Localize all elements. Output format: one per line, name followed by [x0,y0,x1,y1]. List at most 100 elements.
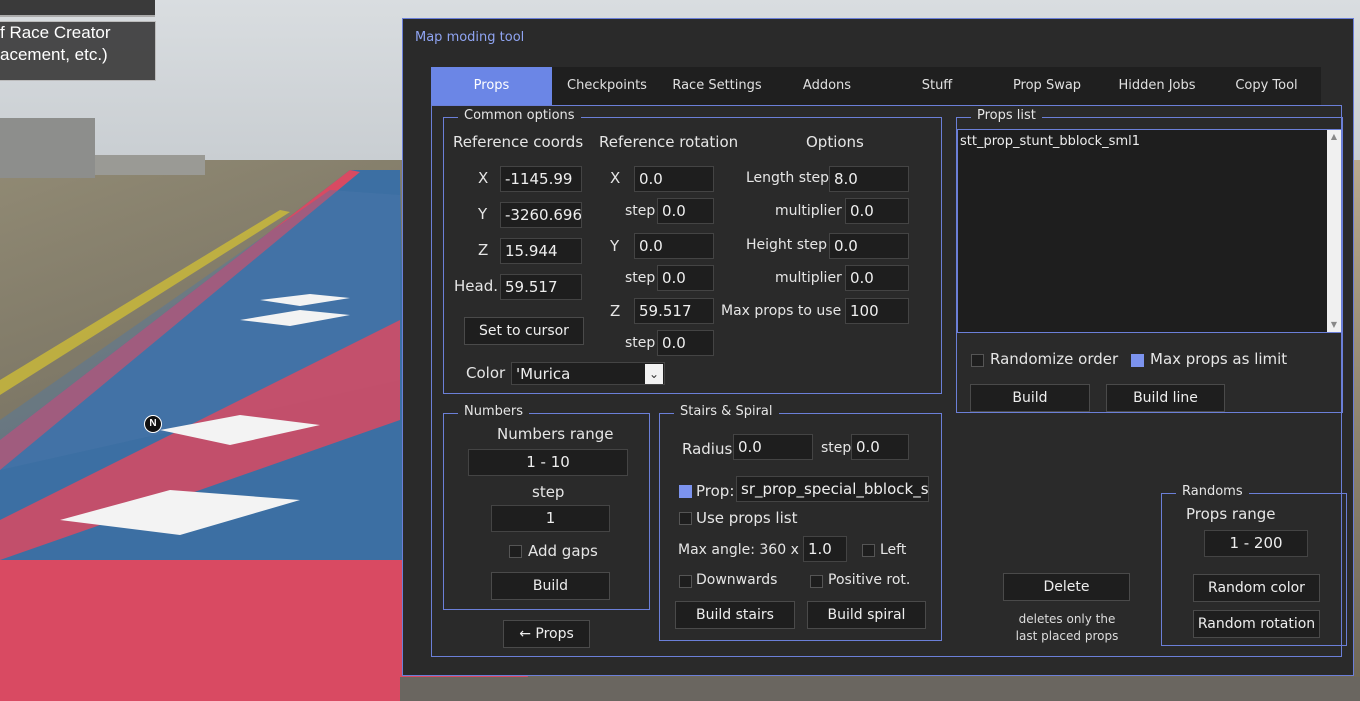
max-props-limit-checkbox[interactable] [1131,354,1144,367]
color-select[interactable]: 'Murica ⌄ [511,362,665,385]
max-props-limit-label: Max props as limit [1150,350,1288,368]
tab-checkpoints[interactable]: Checkpoints [552,67,662,105]
randoms-group: Randoms Props range 1 - 200 Random color… [1161,484,1347,646]
rot-y-step-label: step [625,270,656,286]
max-angle-label: Max angle: 360 x [678,542,799,558]
left-label: Left [880,542,907,558]
scroll-up-icon[interactable]: ▲ [1327,130,1341,144]
props-range-label: Props range [1186,505,1276,523]
delete-note-line-1: deletes only the [1018,612,1116,626]
build-button[interactable]: Build [970,384,1090,412]
left-checkbox[interactable] [862,544,875,557]
random-color-button[interactable]: Random color [1193,574,1320,602]
delete-note: deletes only the last placed props [1004,611,1130,645]
positive-rot-label: Positive rot. [828,572,911,588]
numbers-step-input[interactable]: 1 [491,505,610,532]
max-angle-input[interactable]: 1.0 [803,536,847,562]
props-range-input[interactable]: 1 - 200 [1204,530,1308,557]
rot-z-label: Z [610,302,621,320]
props-tab-content: Common options Reference coords Referenc… [431,105,1347,657]
rot-z-input[interactable]: 59.517 [634,298,714,324]
randoms-title: Randoms [1176,484,1249,499]
map-moding-tool-window: Map moding tool Props Checkpoints Race S… [402,18,1354,676]
heading-input[interactable]: 59.517 [500,274,582,300]
north-blip-icon: N [144,415,162,433]
chevron-down-icon[interactable]: ⌄ [645,364,663,384]
listbox-scrollbar[interactable]: ▲ ▼ [1327,130,1341,332]
delete-button[interactable]: Delete [1003,573,1130,601]
reference-coords-label: Reference coords [453,133,584,151]
use-props-list-checkbox[interactable] [679,512,692,525]
hud-bar [0,0,155,17]
randomize-order-label: Randomize order [990,350,1119,368]
length-step-label: Length step [746,170,830,186]
add-gaps-checkbox[interactable] [509,545,522,558]
list-item[interactable]: stt_prop_stunt_bblock_sml1 [960,134,1140,149]
numbers-range-input[interactable]: 1 - 10 [468,449,628,476]
coord-y-label: Y [478,205,488,223]
build-stairs-button[interactable]: Build stairs [675,601,795,629]
rot-x-label: X [610,169,621,187]
height-step-input[interactable]: 0.0 [829,233,909,259]
rot-x-input[interactable]: 0.0 [634,166,714,192]
numbers-range-label: Numbers range [497,425,614,443]
tab-prop-swap[interactable]: Prop Swap [992,67,1102,105]
tab-race-settings[interactable]: Race Settings [662,67,772,105]
stairs-step-label: step [821,440,852,456]
window-title: Map moding tool [415,30,525,45]
random-rotation-button[interactable]: Random rotation [1193,610,1320,638]
common-options-group: Common options Reference coords Referenc… [443,108,942,394]
rot-x-step-input[interactable]: 0.0 [657,198,714,224]
props-list-group: Props list stt_prop_stunt_bblock_sml1 ▲ … [956,108,1343,413]
rot-y-step-input[interactable]: 0.0 [657,265,714,291]
coord-y-input[interactable]: -3260.696 [500,202,582,228]
length-multiplier-input[interactable]: 0.0 [845,198,909,224]
tab-stuff[interactable]: Stuff [882,67,992,105]
coord-x-input[interactable]: -1145.99 [500,166,582,192]
height-multiplier-input[interactable]: 0.0 [845,265,909,291]
tab-props[interactable]: Props [431,67,552,105]
tab-hidden-jobs[interactable]: Hidden Jobs [1102,67,1212,105]
back-to-props-button[interactable]: ← Props [503,620,590,648]
rot-z-step-label: step [625,335,656,351]
rot-y-input[interactable]: 0.0 [634,233,714,259]
coord-x-label: X [478,169,489,187]
prop-input[interactable]: sr_prop_special_bblock_sr [736,476,929,502]
build-line-button[interactable]: Build line [1106,384,1225,412]
tooltip-line-2: acement, etc.) [0,45,108,64]
rot-y-label: Y [610,237,620,255]
props-list-title: Props list [971,108,1042,123]
prop-checkbox[interactable] [679,485,692,498]
numbers-build-button[interactable]: Build [491,572,610,600]
downwards-checkbox[interactable] [679,575,692,588]
props-listbox[interactable]: stt_prop_stunt_bblock_sml1 ▲ ▼ [957,129,1342,333]
numbers-title: Numbers [458,404,529,419]
delete-note-line-2: last placed props [1015,629,1119,643]
length-step-input[interactable]: 8.0 [829,166,909,192]
tab-addons[interactable]: Addons [772,67,882,105]
coord-z-label: Z [478,241,489,259]
randomize-order-checkbox[interactable] [971,354,984,367]
options-label: Options [806,133,864,151]
max-props-input[interactable]: 100 [845,298,909,324]
positive-rot-checkbox[interactable] [810,575,823,588]
set-to-cursor-button[interactable]: Set to cursor [464,317,584,345]
downwards-label: Downwards [696,572,778,588]
scroll-down-icon[interactable]: ▼ [1327,318,1341,332]
reference-rotation-label: Reference rotation [599,133,739,151]
tab-copy-tool[interactable]: Copy Tool [1212,67,1321,105]
tab-bar: Props Checkpoints Race Settings Addons S… [431,67,1321,105]
stairs-step-input[interactable]: 0.0 [851,434,909,460]
radius-input[interactable]: 0.0 [733,434,813,460]
tooltip-line-1: f Race Creator [0,23,111,42]
height-step-label: Height step [746,237,828,253]
rot-x-step-label: step [625,203,656,219]
coord-z-input[interactable]: 15.944 [500,238,582,264]
hud-tooltip: f Race Creator acement, etc.) [0,21,156,81]
color-label: Color [466,364,506,382]
rot-z-step-input[interactable]: 0.0 [657,330,714,356]
length-multiplier-label: multiplier [775,203,842,219]
stairs-spiral-title: Stairs & Spiral [674,404,779,419]
build-spiral-button[interactable]: Build spiral [807,601,926,629]
prop-label: Prop: [696,482,735,500]
